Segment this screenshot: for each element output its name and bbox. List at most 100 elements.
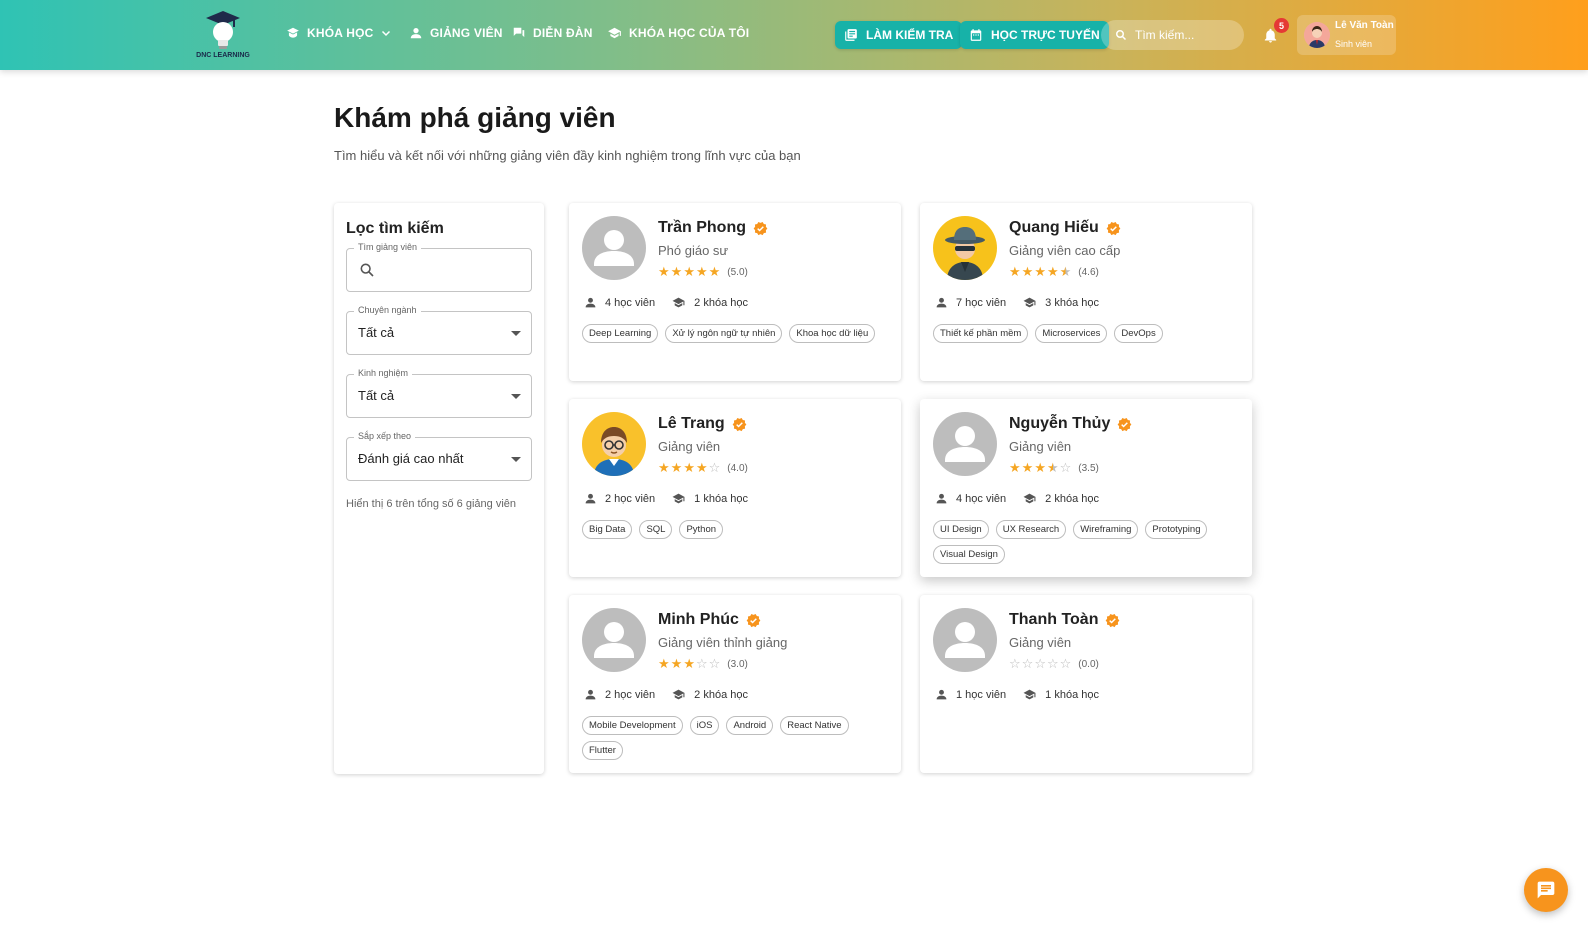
filter-title: Lọc tìm kiếm (346, 220, 444, 237)
online-learning-label: HỌC TRỰC TUYẾN (991, 28, 1100, 42)
result-count: Hiển thị 6 trên tổng số 6 giảng viên (346, 498, 517, 510)
user-name: Lê Văn Toàn (1335, 20, 1394, 31)
student-count: 7 học viên (956, 296, 1007, 309)
sort-select[interactable]: Sắp xếp theo Đánh giá cao nhất (346, 431, 532, 481)
skill-tag[interactable]: Microservices (1035, 324, 1108, 343)
star-filled-icon: ★ (670, 264, 683, 279)
user-avatar (1304, 22, 1330, 48)
calendar-icon (970, 29, 982, 41)
star-filled-icon: ★ (1021, 264, 1034, 279)
school-icon (672, 297, 685, 308)
skill-tag[interactable]: Mobile Development (582, 716, 683, 735)
chevron-down-icon (381, 30, 390, 37)
nav-instructors[interactable]: GIẢNG VIÊN (409, 26, 503, 40)
skill-tag[interactable]: Flutter (582, 741, 623, 760)
nav-forum[interactable]: DIỄN ĐÀN (512, 26, 593, 40)
skill-tag[interactable]: Android (726, 716, 774, 735)
instructor-name[interactable]: Thanh Toàn (1009, 611, 1098, 629)
instructor-title: Giảng viên (1009, 635, 1072, 650)
header-search-placeholder: Tìm kiếm... (1135, 28, 1195, 42)
skill-tag[interactable]: Big Data (582, 520, 633, 539)
specialty-select[interactable]: Chuyên ngành Tất cả (346, 305, 532, 355)
nav-my-courses-label: KHÓA HỌC CỦA TÔI (629, 26, 750, 40)
skill-tag[interactable]: Visual Design (933, 545, 1005, 564)
skill-tag[interactable]: SQL (639, 520, 673, 539)
person-icon (936, 493, 947, 504)
online-learning-button[interactable]: HỌC TRỰC TUYẾN (960, 21, 1109, 49)
rating-stars: ★ ★ ★ ★ ★ (5.0) (658, 265, 748, 279)
instructor-name[interactable]: Minh Phúc (658, 611, 739, 629)
skill-tag[interactable]: Deep Learning (582, 324, 659, 343)
instructor-card[interactable]: Lê Trang Giảng viên ★ ★ ★ ★ ☆ (4.0) 2 học viên 1 … (569, 399, 901, 577)
take-test-button[interactable]: LÀM KIỂM TRA (835, 21, 963, 49)
user-role: Sinh viên (1335, 39, 1373, 49)
instructor-title: Giảng viên cao cấp (1009, 243, 1121, 258)
skill-tag[interactable]: UI Design (933, 520, 989, 539)
course-count: 1 khóa học (694, 492, 748, 505)
student-count: 4 học viên (605, 296, 656, 309)
forum-icon (513, 27, 525, 38)
star-empty-icon: ☆ (1009, 656, 1021, 671)
student-count: 2 học viên (605, 492, 656, 505)
course-count: 2 khóa học (694, 688, 748, 701)
instructor-card[interactable]: Nguyễn Thủy Giảng viên ★ ★ ★ ★ ☆ (3.5) 4 học viê… (920, 399, 1252, 577)
star-empty-icon: ☆ (1021, 656, 1034, 671)
instructor-card[interactable]: Trần Phong Phó giáo sư ★ ★ ★ ★ ★ (5.0) 4 học viê… (569, 203, 901, 381)
course-count: 2 khóa học (1045, 492, 1099, 505)
filter-panel: Lọc tìm kiếm Tìm giảng viên Chuyên ngành… (334, 203, 544, 774)
instructor-card[interactable]: Quang Hiếu Giảng viên cao cấp ★ ★ ★ ★ ★ (4.6) 7 … (920, 203, 1252, 381)
instructor-avatar[interactable] (933, 608, 997, 672)
verified-badge-icon (753, 221, 768, 235)
person-icon (585, 493, 596, 504)
instructor-name[interactable]: Trần Phong (658, 219, 746, 237)
instructor-search-label: Tìm giảng viên (354, 242, 422, 252)
skill-tag[interactable]: DevOps (1114, 324, 1163, 343)
skill-tag[interactable]: Xử lý ngôn ngữ tự nhiên (665, 324, 783, 343)
school-icon (1023, 297, 1036, 308)
verified-badge-icon (746, 613, 761, 627)
skill-tag[interactable]: Khoa học dữ liệu (789, 324, 876, 343)
dropdown-arrow-icon (511, 331, 521, 336)
nav-my-courses[interactable]: KHÓA HỌC CỦA TÔI (607, 26, 749, 40)
star-empty-icon: ☆ (708, 460, 721, 475)
skill-tag[interactable]: Thiết kế phần mềm (933, 324, 1029, 343)
skill-tag[interactable]: iOS (689, 716, 720, 735)
instructor-name[interactable]: Lê Trang (658, 415, 725, 433)
skill-tag[interactable]: Wireframing (1073, 520, 1139, 539)
instructor-card[interactable]: Thanh Toàn Giảng viên ☆ ☆ ☆ ☆ ☆ (0.0) 1 học viên… (920, 595, 1252, 773)
skill-tags: UI Design UX Research Wireframing Prototypi… (933, 520, 1243, 570)
instructor-stats: 2 học viên 2 khóa học (584, 688, 748, 701)
star-filled-icon: ★ (658, 460, 670, 475)
star-filled-icon: ★ (670, 656, 683, 671)
instructor-avatar[interactable] (582, 412, 646, 476)
nav-forum-label: DIỄN ĐÀN (533, 26, 593, 40)
instructor-avatar[interactable] (582, 608, 646, 672)
header-search-input[interactable]: Tìm kiếm... (1101, 20, 1244, 50)
instructor-stats: 4 học viên 2 khóa học (935, 492, 1099, 505)
instructor-avatar[interactable] (582, 216, 646, 280)
instructor-avatar[interactable] (933, 412, 997, 476)
instructor-name[interactable]: Nguyễn Thủy (1009, 415, 1110, 433)
skill-tag[interactable]: React Native (780, 716, 849, 735)
sort-label: Sắp xếp theo (354, 431, 416, 441)
take-test-label: LÀM KIỂM TRA (866, 28, 954, 42)
instructor-card[interactable]: Minh Phúc Giảng viên thỉnh giảng ★ ★ ★ ☆ ☆ (3.0… (569, 595, 901, 773)
school-icon (672, 493, 685, 504)
person-icon (410, 28, 422, 39)
instructor-avatar[interactable] (933, 216, 997, 280)
user-menu[interactable]: Lê Văn Toàn Sinh viên (1297, 15, 1396, 55)
dropdown-arrow-icon (511, 394, 521, 399)
course-count: 3 khóa học (1045, 296, 1099, 309)
rating-stars: ☆ ☆ ☆ ☆ ☆ (0.0) (1009, 657, 1099, 671)
instructor-name[interactable]: Quang Hiếu (1009, 219, 1099, 237)
skill-tag[interactable]: Python (679, 520, 724, 539)
skill-tag[interactable]: UX Research (995, 520, 1067, 539)
specialty-value: Tất cả (358, 325, 395, 340)
nav-courses[interactable]: KHÓA HỌC (286, 26, 392, 40)
chat-button[interactable] (1524, 868, 1568, 912)
skill-tag[interactable]: Prototyping (1145, 520, 1208, 539)
experience-select[interactable]: Kinh nghiệm Tất cả (346, 368, 532, 418)
top-navbar: DNC LEARNING KHÓA HỌC GIẢNG VIÊN DIỄN ĐÀ… (0, 0, 1588, 70)
instructor-search-field[interactable]: Tìm giảng viên (346, 242, 532, 292)
dnc-logo[interactable]: DNC LEARNING (196, 8, 250, 62)
